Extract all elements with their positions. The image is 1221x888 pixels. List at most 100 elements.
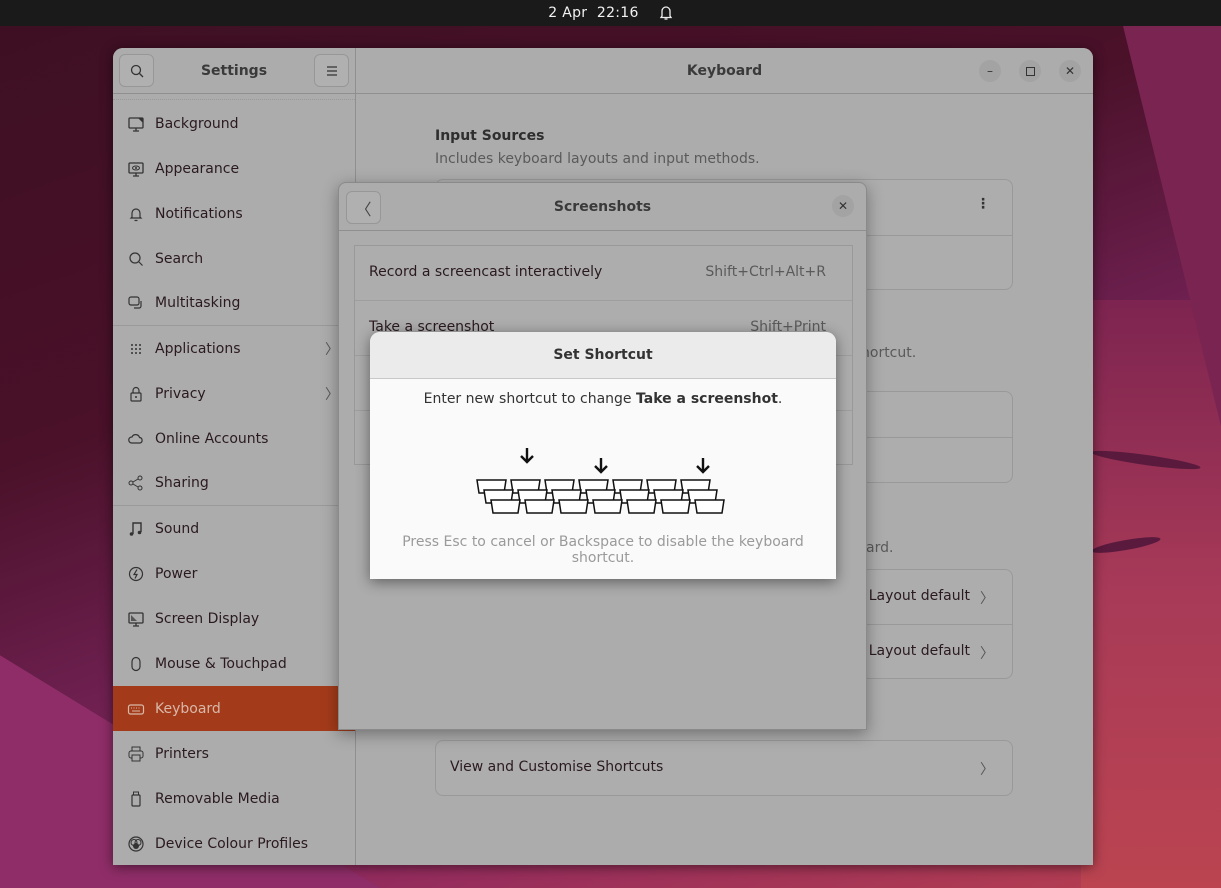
minimize-button[interactable]: –	[979, 60, 1001, 82]
chevron-right-icon: 〉	[325, 342, 339, 358]
sidebar-item-label: Search	[155, 250, 204, 267]
down-arrow-icon	[520, 448, 534, 464]
music-note-icon	[127, 520, 145, 538]
layout-default-value[interactable]: Layout default	[869, 588, 970, 604]
sidebar-item-label: Mouse & Touchpad	[155, 655, 287, 672]
chevron-right-icon: 〉	[325, 387, 339, 403]
main-header: Keyboard – ✕	[356, 48, 1093, 94]
close-icon: ✕	[1064, 64, 1076, 78]
down-arrow-icon	[594, 458, 608, 474]
key-shape	[524, 499, 555, 514]
date-label: 2 Apr	[548, 5, 588, 21]
key-shape	[660, 499, 691, 514]
notification-bell-icon[interactable]	[659, 5, 673, 21]
sidebar-item-background[interactable]: Background	[113, 101, 355, 146]
set-shortcut-hint: Press Esc to cancel or Backspace to disa…	[402, 534, 804, 566]
set-shortcut-title: Set Shortcut	[553, 347, 653, 363]
sidebar-item-sharing[interactable]: Sharing	[113, 461, 355, 506]
section-description-partial: ard.	[866, 540, 894, 556]
sidebar-item-sound[interactable]: Sound	[113, 506, 355, 551]
sidebar-item-removable-media[interactable]: Removable Media	[113, 776, 355, 821]
keyboard-illustration-icon	[476, 448, 725, 514]
close-window-button[interactable]: ✕	[1059, 60, 1081, 82]
back-button[interactable]: 〈	[346, 191, 381, 224]
sidebar-item-label: Background	[155, 115, 239, 132]
keyboard-icon	[127, 700, 145, 718]
printer-icon	[127, 745, 145, 763]
layout-default-value[interactable]: Layout default	[869, 643, 970, 659]
sidebar-item-label: Removable Media	[155, 790, 280, 807]
screenshots-dialog-title: Screenshots	[553, 198, 652, 215]
shortcut-row[interactable]: Record a screencast interactively Shift+…	[355, 246, 852, 301]
sidebar-title: Settings	[200, 62, 268, 79]
sidebar-item-printers[interactable]: Printers	[113, 731, 355, 776]
key-shape	[694, 499, 725, 514]
shortcut-accel: Shift+Ctrl+Alt+R	[705, 264, 826, 280]
section-description-partial: hortcut.	[861, 345, 917, 361]
sidebar-item-notifications[interactable]: Notifications	[113, 191, 355, 236]
sidebar-item-appearance[interactable]: Appearance	[113, 146, 355, 191]
input-sources-subtitle: Includes keyboard layouts and input meth…	[435, 151, 760, 167]
view-shortcuts-row[interactable]: View and Customise Shortcuts 〉	[435, 740, 1013, 796]
maximize-icon	[1025, 66, 1035, 76]
sidebar-item-label: Keyboard	[155, 700, 221, 717]
sidebar-item-label: Device Colour Profiles	[155, 835, 309, 852]
key-shape	[592, 499, 623, 514]
share-icon	[127, 474, 145, 492]
set-shortcut-message: Enter new shortcut to change Take a scre…	[370, 391, 836, 407]
sidebar-list: Background Appearance Notifications Sear…	[113, 99, 355, 865]
sidebar-item-privacy[interactable]: Privacy 〉	[113, 371, 355, 416]
sidebar-item-label: Online Accounts	[155, 430, 269, 447]
page-title: Keyboard	[686, 62, 763, 79]
time-label: 22:16	[596, 5, 639, 21]
power-icon	[127, 565, 145, 583]
down-arrow-icon	[696, 458, 710, 474]
sidebar-item-mouse-touchpad[interactable]: Mouse & Touchpad	[113, 641, 355, 686]
close-icon: ✕	[837, 199, 849, 213]
sidebar-item-device-colour-profiles[interactable]: Device Colour Profiles	[113, 821, 355, 865]
colour-profile-icon	[127, 835, 145, 853]
input-sources-title: Input Sources	[435, 128, 545, 144]
sidebar-item-label: Multitasking	[155, 295, 241, 311]
lock-icon	[127, 385, 145, 403]
sidebar-item-screen-display[interactable]: Screen Display	[113, 596, 355, 641]
background-icon	[127, 115, 145, 133]
sidebar-item-label: Privacy	[155, 385, 206, 402]
sidebar-item-label: Applications	[155, 340, 241, 357]
view-shortcuts-label: View and Customise Shortcuts	[450, 759, 664, 775]
key-shape	[626, 499, 657, 514]
message-suffix: .	[777, 391, 783, 407]
sidebar-item-multitasking[interactable]: Multitasking	[113, 281, 355, 326]
chevron-right-icon: 〉	[980, 762, 994, 778]
search-button[interactable]	[119, 54, 154, 87]
sidebar-item-label: Sound	[155, 520, 200, 537]
chevron-right-icon: 〉	[980, 646, 994, 662]
sidebar-item-applications[interactable]: Applications 〉	[113, 326, 355, 371]
maximize-button[interactable]	[1019, 60, 1041, 82]
sidebar-item-label: Printers	[155, 745, 209, 762]
hamburger-menu-icon	[326, 65, 337, 76]
sidebar-item-label: Sharing	[155, 475, 209, 491]
set-shortcut-header: Set Shortcut	[370, 332, 836, 379]
appearance-icon	[127, 160, 145, 178]
more-options-icon[interactable]: ⋮	[976, 196, 990, 212]
usb-icon	[127, 790, 145, 808]
key-shape	[490, 499, 521, 514]
sidebar-item-search[interactable]: Search	[113, 236, 355, 281]
clock[interactable]: 2 Apr 22:16	[548, 5, 638, 21]
sidebar-item-online-accounts[interactable]: Online Accounts	[113, 416, 355, 461]
sidebar-item-keyboard[interactable]: Keyboard	[113, 686, 355, 731]
wallpaper-shape	[1081, 300, 1221, 888]
search-icon	[130, 64, 143, 77]
sidebar-header: Settings	[113, 48, 355, 94]
chevron-left-icon: 〈	[355, 199, 372, 219]
set-shortcut-dialog: Set Shortcut Enter new shortcut to chang…	[370, 332, 836, 579]
bell-icon	[127, 205, 145, 223]
sidebar: Settings Background Appearance Notificat…	[113, 48, 356, 865]
sidebar-item-label: Power	[155, 565, 198, 582]
key-shape	[558, 499, 589, 514]
minimize-icon: –	[987, 64, 993, 78]
sidebar-item-power[interactable]: Power	[113, 551, 355, 596]
main-menu-button[interactable]	[314, 54, 349, 87]
close-dialog-button[interactable]: ✕	[832, 195, 854, 217]
